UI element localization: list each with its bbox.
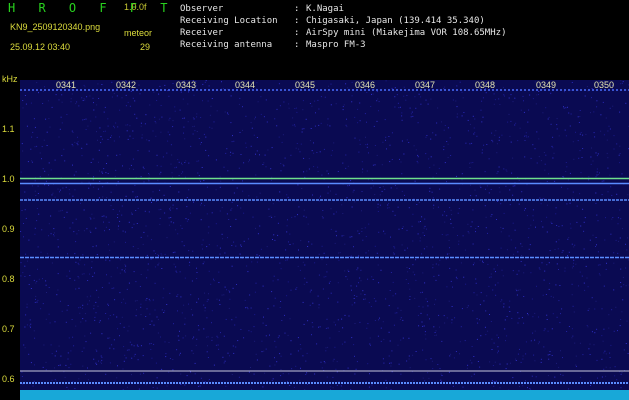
datetime-label: 25.09.12 03:40 bbox=[10, 42, 71, 52]
info-key: Receiving antenna bbox=[180, 40, 273, 50]
axis-tick-label: 1.1 bbox=[2, 124, 15, 134]
info-value: Maspro FM-3 bbox=[306, 40, 366, 50]
header-bar: H R O F F T 1.0.0f KN9_2509120340.png me… bbox=[0, 0, 629, 72]
time-label: 0349 bbox=[536, 80, 557, 90]
time-label: 0342 bbox=[116, 80, 137, 90]
app-title: H R O F F T bbox=[8, 1, 176, 15]
info-value: K.Nagai bbox=[306, 4, 344, 14]
info-row-receiver: Receiver: AirSpy mini (Miakejima VOR 108.… bbox=[180, 28, 507, 38]
info-key: Receiving Location bbox=[180, 16, 278, 26]
axis-tick-label: 0.8 bbox=[2, 274, 15, 284]
time-label: 0345 bbox=[295, 80, 316, 90]
info-value: Chigasaki, Japan (139.414 35.340) bbox=[306, 16, 485, 26]
info-key: Observer bbox=[180, 4, 224, 14]
meteor-count: 29 bbox=[140, 42, 151, 52]
info-value: AirSpy mini (Miakejima VOR 108.65MHz) bbox=[306, 28, 507, 38]
frequency-axis bbox=[0, 72, 20, 400]
axis-tick-label: 0.7 bbox=[2, 324, 15, 334]
meteor-label: meteor bbox=[124, 28, 153, 38]
axis-tick-label: 0.6 bbox=[2, 374, 15, 384]
signal-level-band bbox=[20, 390, 629, 400]
station-info: Observer: K.Nagai Receiving Location: Chig… bbox=[180, 3, 506, 51]
version-label: 1.0.0f bbox=[124, 2, 147, 12]
info-row-antenna: Receiving antenna: Maspro FM-3 bbox=[180, 40, 366, 50]
filename-label: KN9_2509120340.png bbox=[10, 22, 101, 32]
info-key: Receiver bbox=[180, 28, 224, 38]
axis-tick-label: 1.0 bbox=[2, 174, 15, 184]
spectrogram bbox=[20, 80, 629, 391]
time-label: 0348 bbox=[475, 80, 496, 90]
time-label: 0343 bbox=[176, 80, 197, 90]
time-label: 0346 bbox=[355, 80, 376, 90]
time-label: 0347 bbox=[415, 80, 436, 90]
info-row-observer: Observer: K.Nagai bbox=[180, 4, 344, 14]
time-label: 0341 bbox=[56, 80, 77, 90]
time-label: 0344 bbox=[235, 80, 256, 90]
info-row-location: Receiving Location: Chigasaki, Japan (139… bbox=[180, 16, 485, 26]
axis-tick-label: 0.9 bbox=[2, 224, 15, 234]
axis-unit-label: kHz bbox=[2, 74, 18, 84]
spectrogram-canvas bbox=[20, 80, 629, 391]
time-label: 0350 bbox=[594, 80, 615, 90]
